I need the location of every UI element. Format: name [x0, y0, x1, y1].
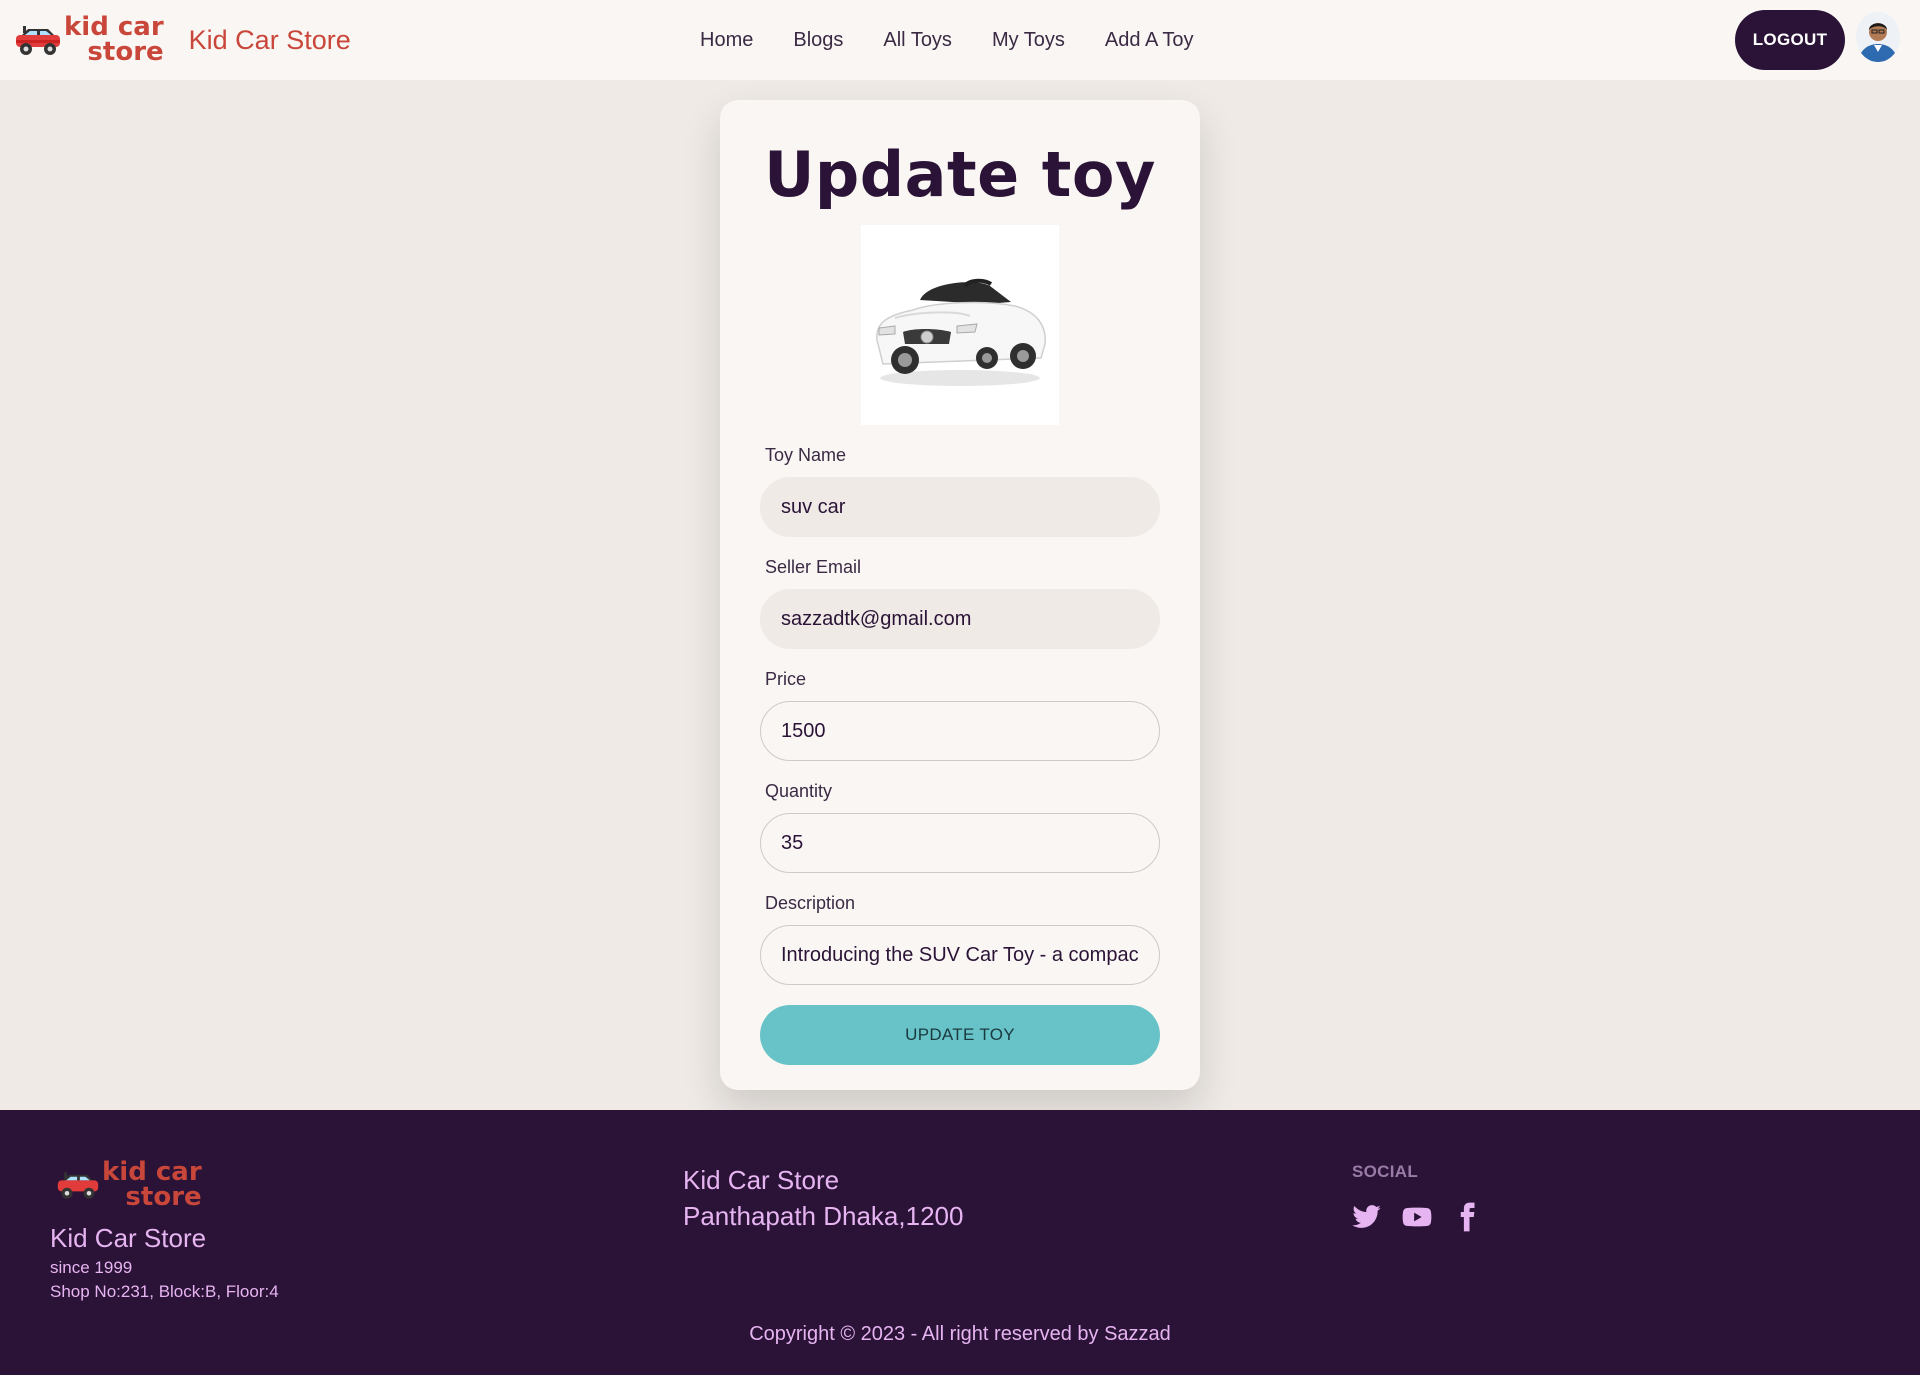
toy-car-icon — [16, 26, 60, 55]
update-toy-form: Toy Name Seller Email Price Quantity Des… — [760, 445, 1160, 1065]
navbar: kid car store Kid Car Store Home Blogs A… — [0, 0, 1920, 80]
toy-name-label: Toy Name — [765, 445, 847, 465]
facebook-icon[interactable] — [1452, 1202, 1482, 1232]
footer-since: since 1999 — [50, 1258, 133, 1278]
brand[interactable]: kid car store Kid Car Store — [14, 14, 351, 67]
social-title: SOCIAL — [1352, 1162, 1419, 1181]
footer-contact: Kid Car Store Panthapath Dhaka,1200 — [683, 1162, 963, 1234]
social-icons — [1352, 1202, 1482, 1232]
user-avatar[interactable] — [1856, 12, 1900, 62]
page-title: Update toy — [764, 138, 1156, 211]
brand-name[interactable]: Kid Car Store — [189, 25, 351, 56]
white-toy-car-image — [876, 278, 1046, 386]
footer-brand: kid car store Kid Car Store since 1999 S… — [50, 1157, 279, 1302]
nav-all-toys[interactable]: All Toys — [883, 29, 952, 52]
footer-logo-line1: kid car — [102, 1157, 202, 1187]
seller-email-input[interactable] — [760, 589, 1160, 649]
footer-logo-line2: store — [125, 1181, 202, 1212]
description-label: Description — [765, 893, 856, 913]
logout-button[interactable]: LOGOUT — [1735, 10, 1845, 70]
copyright: Copyright © 2023 - All right reserved by… — [749, 1323, 1171, 1345]
quantity-input[interactable] — [760, 813, 1160, 873]
footer: kid car store Kid Car Store since 1999 S… — [0, 1110, 1920, 1375]
twitter-icon[interactable] — [1352, 1202, 1382, 1232]
footer-shop-address: Shop No:231, Block:B, Floor:4 — [50, 1282, 279, 1302]
nav-my-toys[interactable]: My Toys — [992, 29, 1065, 52]
toy-car-icon — [57, 1171, 99, 1199]
nav-blogs[interactable]: Blogs — [793, 29, 843, 52]
nav-home[interactable]: Home — [700, 29, 753, 52]
price-input[interactable] — [760, 701, 1160, 761]
description-input[interactable] — [760, 925, 1160, 985]
main-nav: Home Blogs All Toys My Toys Add A Toy — [700, 0, 1194, 80]
footer-contact-name: Kid Car Store — [683, 1165, 840, 1195]
price-label: Price — [765, 669, 807, 689]
youtube-icon[interactable] — [1402, 1202, 1432, 1232]
footer-logo: kid car store — [56, 1157, 279, 1212]
seller-email-label: Seller Email — [765, 557, 862, 577]
toy-name-input[interactable] — [760, 477, 1160, 537]
footer-store-name: Kid Car Store — [50, 1223, 207, 1254]
logo-text-line2: store — [87, 37, 164, 67]
update-toy-card: Update toy Toy Name Seller Email Price Q… — [720, 100, 1200, 1090]
toy-image — [861, 225, 1059, 425]
footer-social: SOCIAL — [1352, 1162, 1482, 1232]
update-toy-button[interactable]: UPDATE TOY — [760, 1005, 1160, 1065]
nav-add-a-toy[interactable]: Add A Toy — [1105, 29, 1194, 52]
footer-contact-address: Panthapath Dhaka,1200 — [683, 1201, 964, 1231]
quantity-label: Quantity — [765, 781, 833, 801]
site-logo[interactable]: kid car store — [14, 14, 164, 67]
